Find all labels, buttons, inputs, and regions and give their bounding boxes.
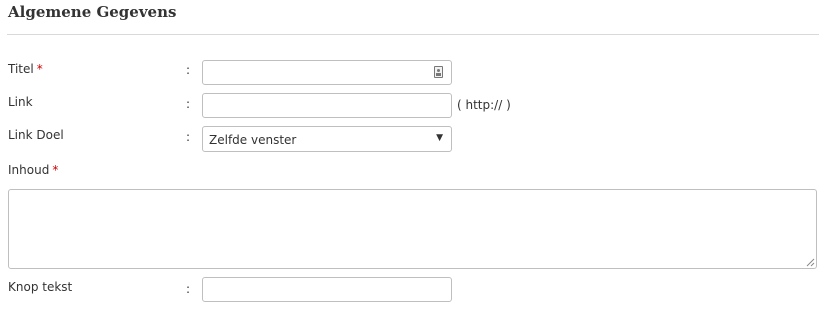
link-doel-select[interactable]: Zelfde venster ▼	[202, 126, 452, 152]
knop-tekst-input[interactable]	[202, 277, 452, 302]
knop-tekst-label: Knop tekst	[8, 280, 73, 294]
titel-required-marker: *	[36, 62, 43, 76]
titel-label-text: Titel	[8, 62, 34, 76]
section-title: Algemene Gegevens	[8, 3, 177, 21]
titel-field-wrapper	[202, 60, 452, 85]
link-format-hint: ( http:// )	[457, 98, 511, 112]
inhoud-label-text: Inhoud	[8, 163, 50, 177]
knop-tekst-colon: :	[186, 282, 191, 296]
link-label: Link	[8, 95, 33, 109]
section-divider	[7, 34, 819, 35]
inhoud-label: Inhoud *	[8, 163, 58, 177]
inhoud-textarea[interactable]	[8, 189, 817, 269]
inhoud-required-marker: *	[52, 163, 59, 177]
contact-card-icon[interactable]	[434, 66, 443, 78]
link-doel-selected-value: Zelfde venster	[209, 133, 297, 147]
link-doel-colon: :	[186, 130, 191, 144]
chevron-down-icon: ▼	[436, 133, 443, 143]
link-colon: :	[186, 97, 191, 111]
titel-input[interactable]	[202, 60, 452, 85]
link-input[interactable]	[202, 93, 452, 118]
titel-label: Titel *	[8, 62, 43, 76]
link-doel-label: Link Doel	[8, 128, 64, 142]
resize-handle-icon[interactable]	[806, 258, 815, 267]
titel-colon: :	[186, 63, 191, 77]
